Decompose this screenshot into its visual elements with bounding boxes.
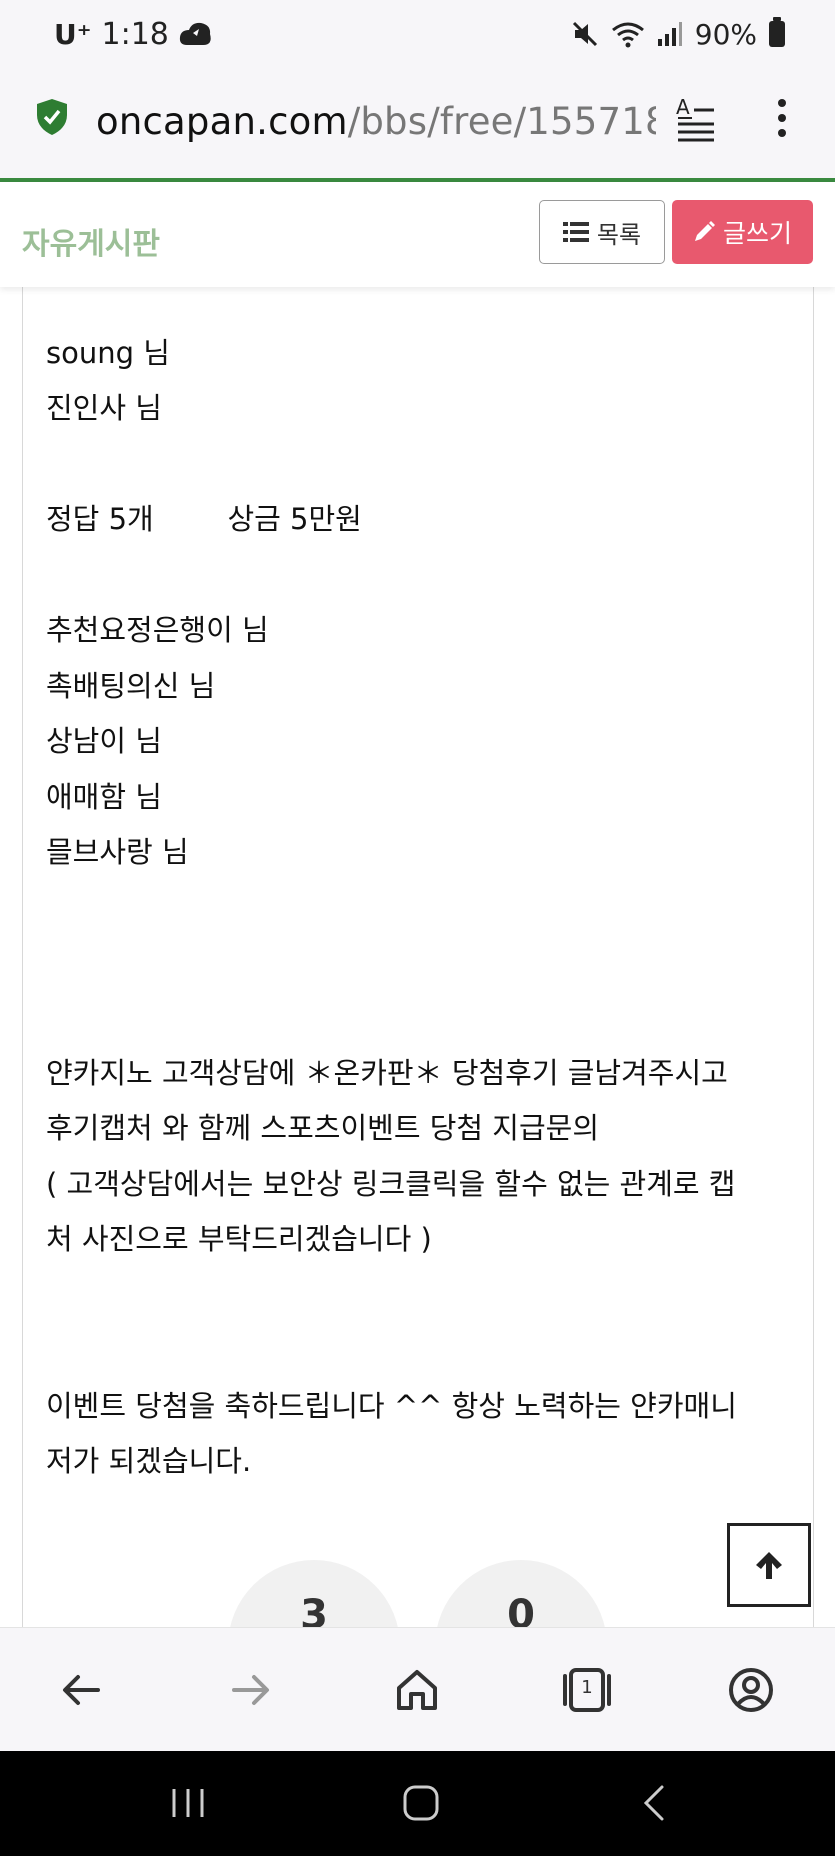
home-icon[interactable] (393, 1666, 441, 1714)
scroll-top-button[interactable] (727, 1523, 811, 1607)
svg-text:A: A (676, 95, 690, 119)
wifi-icon (611, 22, 644, 48)
battery-percent: 90% (694, 17, 757, 51)
write-button[interactable]: 글쓰기 (672, 200, 813, 264)
mute-icon (572, 21, 597, 47)
post-line: 저가 되겠습니다. (46, 1444, 252, 1478)
post-line: ( 고객상담에서는 보안상 링크클릭을 할수 없는 관계로 캡 (46, 1167, 736, 1201)
post-line: 후기캡처 와 함께 스포츠이벤트 당첨 지급문의 (46, 1111, 600, 1145)
post-line: 정답 5개 상금 5만원 (46, 502, 362, 536)
system-navigation-bar (0, 1751, 835, 1856)
status-left: U⁺ 1:18 (54, 14, 213, 54)
url-path: /bbs/free/155718 (347, 100, 656, 143)
signal-icon (657, 22, 682, 46)
status-bar: U⁺ 1:18 90% (0, 0, 835, 70)
forward-arrow-icon[interactable] (226, 1666, 274, 1714)
url-domain: oncapan.com (96, 100, 348, 143)
post-line: 믈브사랑 님 (46, 835, 189, 869)
status-right: 90% (571, 14, 785, 54)
tabs-button[interactable]: 1 (559, 1666, 615, 1714)
board-title[interactable]: 자유게시판 (22, 219, 160, 263)
arrow-up-icon (756, 1552, 782, 1579)
post-line: 이벤트 당첨을 축하드립니다 ^^ 항상 노력하는 얀카매니 (46, 1389, 737, 1423)
clock: 1:18 (101, 16, 169, 52)
post-line: soung 님 (46, 336, 170, 370)
back-nav-icon[interactable] (632, 1781, 676, 1825)
board-header: 자유게시판 목록 글쓰기 (0, 182, 835, 287)
post-line: 촉배팅의신 님 (46, 669, 216, 703)
browser-bottom-toolbar: 1 (0, 1627, 835, 1752)
post-line: 진인사 님 (46, 391, 162, 425)
list-button-label: 목록 (596, 220, 642, 249)
write-button-label: 글쓰기 (722, 219, 792, 248)
carrier-label: U⁺ (54, 17, 92, 51)
post-line: 처 사진으로 부탁드리겠습니다 ) (46, 1222, 432, 1256)
home-nav-icon[interactable] (399, 1781, 443, 1825)
url-field[interactable]: oncapan.com/bbs/free/155718 (96, 100, 656, 143)
cloud-icon (179, 22, 211, 45)
browser-url-bar: oncapan.com/bbs/free/155718 A (0, 70, 835, 178)
account-icon[interactable] (727, 1666, 775, 1714)
pencil-icon (694, 221, 715, 241)
battery-icon (769, 17, 785, 47)
post-content-area (22, 287, 814, 1627)
more-options-icon[interactable] (770, 98, 794, 138)
back-arrow-icon[interactable] (58, 1666, 106, 1714)
recent-apps-icon[interactable] (166, 1781, 210, 1825)
tab-count: 1 (581, 1677, 593, 1698)
list-button[interactable]: 목록 (539, 200, 665, 264)
post-line: 애매함 님 (46, 780, 162, 814)
secure-shield-icon[interactable] (36, 98, 68, 136)
post-line: 얀카지노 고객상담에 ＊온카판＊ 당첨후기 글남겨주시고 (46, 1056, 728, 1090)
reader-mode-icon[interactable]: A (674, 94, 716, 142)
list-icon (562, 222, 589, 242)
post-line: 상남이 님 (46, 724, 162, 758)
post-line: 추천요정은행이 님 (46, 613, 269, 647)
